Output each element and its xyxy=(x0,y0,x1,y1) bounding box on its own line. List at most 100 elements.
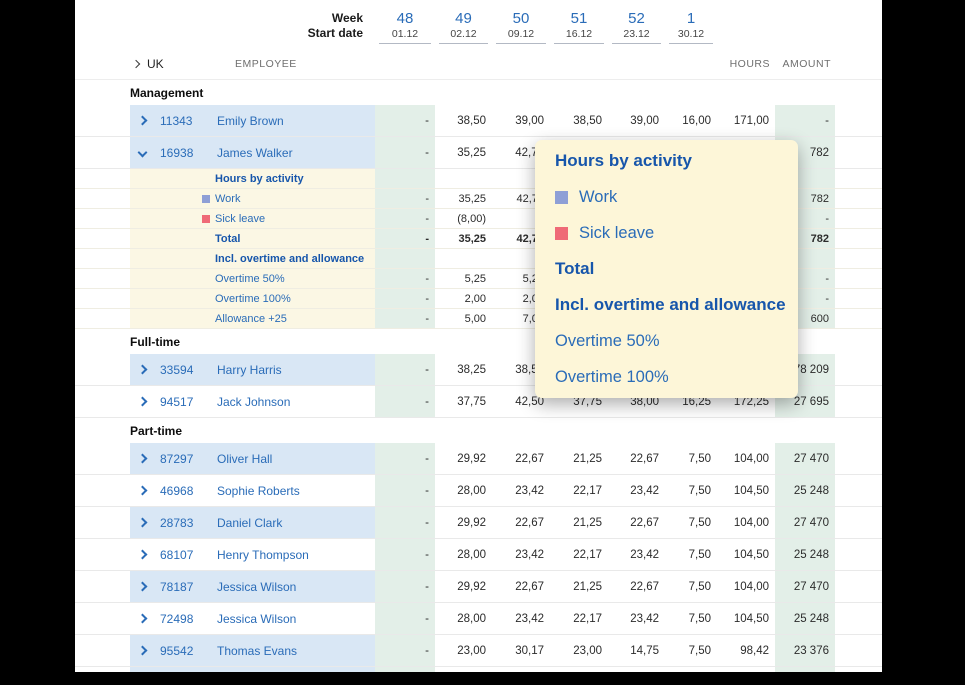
employee-name-cell: Thomas Evans xyxy=(205,635,375,666)
employee-name-cell: Emily Brown xyxy=(205,105,375,136)
popup-item: Overtime 100% xyxy=(555,359,798,395)
subrow-label-cell: Sick leave xyxy=(130,209,375,228)
expand-chevron-icon[interactable] xyxy=(138,454,148,464)
hours-column-header: HOURS xyxy=(717,58,775,70)
column-header-row: UK EMPLOYEE HOURS AMOUNT xyxy=(75,48,882,80)
employee-name-cell: James Walker xyxy=(205,137,375,168)
employee-name-link[interactable]: Oliver Hall xyxy=(217,452,272,466)
week-number-link[interactable]: 1 xyxy=(669,10,713,27)
week-51-cell: 21,25 xyxy=(550,507,608,538)
employee-name-cell: Jessica Wilson xyxy=(205,571,375,602)
week-49-cell: 37,75 xyxy=(435,386,492,417)
region-group-toggle[interactable]: UK xyxy=(75,57,205,71)
subrow-label: Incl. overtime and allowance xyxy=(215,253,364,265)
employee-id-link[interactable]: 94517 xyxy=(160,395,193,409)
week-1-cell: 7,50 xyxy=(665,539,717,570)
hours-cell: 104,50 xyxy=(717,603,775,634)
expand-chevron-icon[interactable] xyxy=(138,365,148,375)
week-number-link[interactable]: 51 xyxy=(554,10,604,27)
employee-id-cell: 68107 xyxy=(130,539,205,570)
week-48-cell: - xyxy=(375,309,435,328)
employee-name-link[interactable]: Emily Brown xyxy=(217,114,284,128)
popup-item-label: Sick leave xyxy=(579,224,654,243)
employee-name-link[interactable]: Jessica Wilson xyxy=(217,612,296,626)
employee-id-link[interactable]: 87297 xyxy=(160,452,193,466)
employee-name-link[interactable]: Henry Thompson xyxy=(217,548,309,562)
expand-chevron-icon[interactable] xyxy=(138,550,148,560)
employee-id-cell: 95542 xyxy=(130,635,205,666)
week-column: 5116.12 xyxy=(554,10,604,44)
popup-item-label: Work xyxy=(579,188,617,207)
hours-cell: 104,00 xyxy=(717,571,775,602)
start-date-label: Start date xyxy=(75,26,363,41)
week-50-cell: 23,42 xyxy=(492,475,550,506)
work-marker-icon xyxy=(555,191,568,204)
week-48-cell xyxy=(375,169,435,188)
week-48-cell xyxy=(375,249,435,268)
employee-id-link[interactable]: 68107 xyxy=(160,548,193,562)
expand-chevron-icon[interactable] xyxy=(138,486,148,496)
employee-name-link[interactable]: James Walker xyxy=(217,146,293,160)
week-51-cell: 22,17 xyxy=(550,475,608,506)
employee-name-link[interactable]: Daniel Clark xyxy=(217,516,282,530)
week-number-link[interactable]: 49 xyxy=(439,10,488,27)
expand-chevron-icon[interactable] xyxy=(138,116,148,126)
week-1-cell: 7,50 xyxy=(665,507,717,538)
employee-row: 68107Henry Thompson-28,0023,4222,1723,42… xyxy=(75,539,882,571)
employee-name-link[interactable]: Thomas Evans xyxy=(217,644,297,658)
employee-name-cell: Harry Harris xyxy=(205,354,375,385)
hours-cell xyxy=(717,667,775,672)
employee-id-cell xyxy=(130,667,205,672)
employee-id-link[interactable]: 33594 xyxy=(160,363,193,377)
week-number-link[interactable]: 50 xyxy=(496,10,546,27)
expand-chevron-icon[interactable] xyxy=(138,582,148,592)
employee-name-link[interactable]: Jessica Wilson xyxy=(217,580,296,594)
week-1-cell: 7,50 xyxy=(665,443,717,474)
employee-name-cell: Jessica Wilson xyxy=(205,603,375,634)
subrow-label: Hours by activity xyxy=(215,173,304,185)
week-49-cell: 2,00 xyxy=(435,289,492,308)
week-header-labels: Week Start date xyxy=(75,11,375,48)
group-label: Part-time xyxy=(75,424,882,438)
employee-id-link[interactable]: 16938 xyxy=(160,146,193,160)
week-51-cell: 22,17 xyxy=(550,539,608,570)
employee-row: 11343Emily Brown-38,5039,0038,5039,0016,… xyxy=(75,105,882,137)
employee-id-link[interactable]: 78187 xyxy=(160,580,193,594)
week-52-cell: 22,67 xyxy=(608,443,665,474)
week-50-cell: 22,67 xyxy=(492,571,550,602)
employee-id-link[interactable]: 95542 xyxy=(160,644,193,658)
employee-id-cell: 11343 xyxy=(130,105,205,136)
week-52-cell: 39,00 xyxy=(608,105,665,136)
employee-name-link[interactable]: Jack Johnson xyxy=(217,395,290,409)
expand-chevron-icon[interactable] xyxy=(138,646,148,656)
week-1-cell: 7,50 xyxy=(665,635,717,666)
subrow-label: Overtime 100% xyxy=(215,293,291,305)
employee-column-header: EMPLOYEE xyxy=(205,58,375,70)
employee-id-link[interactable]: 46968 xyxy=(160,484,193,498)
week-49-cell: 29,92 xyxy=(435,507,492,538)
week-number-link[interactable]: 52 xyxy=(612,10,661,27)
employee-name-link[interactable]: Sophie Roberts xyxy=(217,484,300,498)
week-1-cell xyxy=(665,667,717,672)
employee-name-link[interactable]: Harry Harris xyxy=(217,363,282,377)
employee-id-cell: 72498 xyxy=(130,603,205,634)
region-expand-chevron-icon[interactable] xyxy=(132,59,140,67)
work-marker-icon xyxy=(202,195,210,203)
week-51-cell xyxy=(550,667,608,672)
week-49-cell: 35,25 xyxy=(435,137,492,168)
week-49-cell: 5,25 xyxy=(435,269,492,288)
popup-item: Total xyxy=(555,251,798,287)
employee-id-link[interactable]: 11343 xyxy=(160,114,192,128)
week-number-link[interactable]: 48 xyxy=(379,10,431,27)
employee-id-link[interactable]: 72498 xyxy=(160,612,193,626)
amount-cell: 25 248 xyxy=(775,539,835,570)
employee-id-link[interactable]: 28783 xyxy=(160,516,193,530)
employee-id-cell: 94517 xyxy=(130,386,205,417)
expand-chevron-icon[interactable] xyxy=(138,518,148,528)
collapse-chevron-icon[interactable] xyxy=(138,148,148,158)
week-49-cell: 28,00 xyxy=(435,475,492,506)
week-50-cell xyxy=(492,667,550,672)
week-start-date: 23.12 xyxy=(612,28,661,41)
expand-chevron-icon[interactable] xyxy=(138,614,148,624)
expand-chevron-icon[interactable] xyxy=(138,397,148,407)
